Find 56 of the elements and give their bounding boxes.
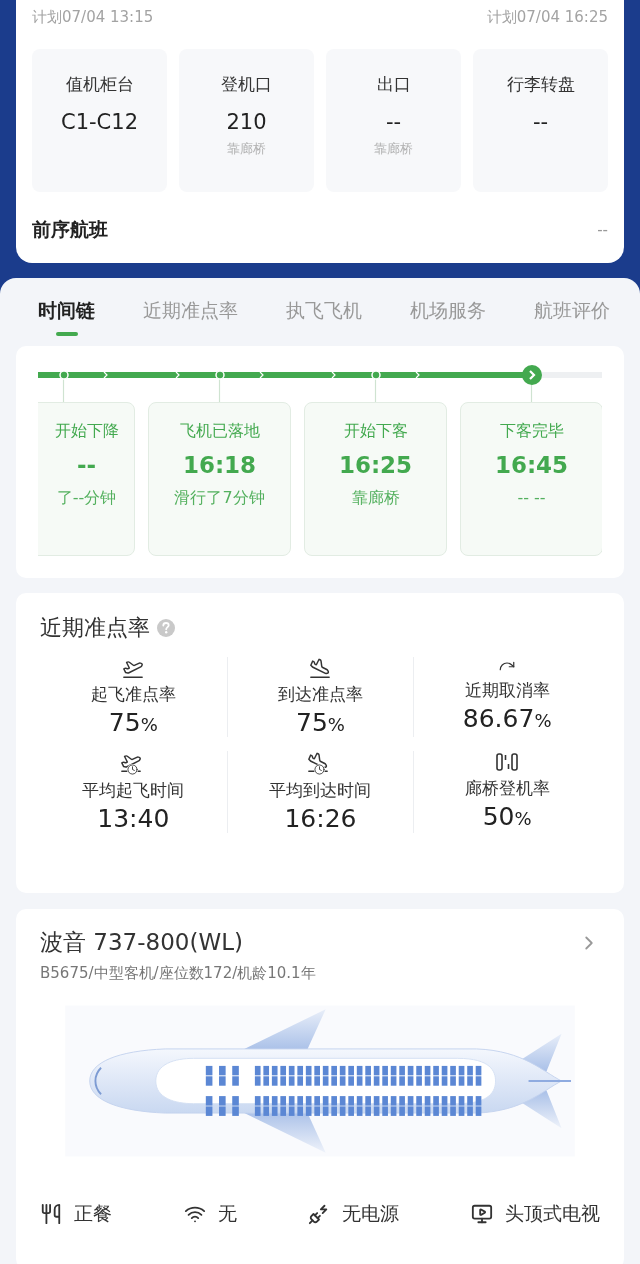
stat-label: 到达准点率 — [278, 683, 363, 706]
stat-value: 16:26 — [284, 804, 357, 833]
aircraft-card[interactable]: 波音 737-800(WL) B5675/中型客机/座位数172/机龄10.1年 正餐 无 无电源 头顶式电视 — [16, 909, 624, 1264]
step-time: 16:25 — [338, 452, 413, 478]
step-time: 16:18 — [182, 452, 257, 478]
planned-arrival: 计划07/04 16:25 — [486, 8, 608, 27]
utensils-icon — [40, 1203, 62, 1225]
stat-value: 86.67% — [462, 704, 552, 733]
help-icon[interactable] — [156, 618, 176, 638]
stat-label: 平均到达时间 — [269, 779, 372, 802]
info-label: 值机柜台 — [65, 73, 134, 96]
info-value: 210 — [226, 110, 267, 134]
tab[interactable]: 时间链 — [38, 292, 95, 340]
tab[interactable]: 航班评价 — [534, 292, 610, 340]
aircraft-model: 波音 737-800(WL) — [40, 928, 243, 957]
amenity-label: 头顶式电视 — [504, 1201, 600, 1226]
stat-value: 50% — [482, 802, 532, 831]
amenity-label: 无 — [217, 1201, 237, 1226]
info-value: C1-C12 — [61, 110, 138, 134]
aircraft-details: B5675/中型客机/座位数172/机龄10.1年 — [40, 964, 317, 983]
stat-label: 平均起飞时间 — [82, 779, 185, 802]
tab[interactable]: 执飞飞机 — [286, 292, 362, 340]
planned-departure: 计划07/04 13:15 — [32, 8, 154, 27]
info-value: -- — [532, 110, 549, 134]
stat-label: 起飞准点率 — [90, 683, 176, 706]
previous-flight-label: 前序航班 — [32, 217, 108, 242]
step-detail: 了--分钟 — [56, 488, 117, 509]
bridge-icon — [495, 751, 520, 773]
info-note: 靠廊桥 — [374, 140, 413, 158]
tab[interactable]: 机场服务 — [410, 292, 486, 340]
step-detail: -- -- — [517, 488, 546, 507]
step-title: 开始下客 — [343, 421, 408, 442]
info-label: 登机口 — [221, 73, 272, 96]
amenity-label: 正餐 — [74, 1201, 112, 1226]
landing-icon — [309, 657, 332, 679]
previous-flight-value: -- — [597, 221, 608, 239]
section-title: 近期准点率 — [40, 614, 150, 642]
step-detail: 靠廊桥 — [351, 488, 400, 509]
step-detail: 滑行了7分钟 — [174, 488, 265, 509]
step-title: 下客完毕 — [499, 421, 564, 442]
step-title: 开始下降 — [54, 421, 119, 442]
info-note: 靠廊桥 — [227, 140, 266, 158]
step-time: 16:45 — [494, 452, 569, 478]
stat-value: 13:40 — [97, 804, 170, 833]
stat-value: 75% — [296, 708, 345, 737]
info-label: 行李转盘 — [506, 73, 575, 96]
amenity-label: 无电源 — [342, 1201, 400, 1226]
info-value: -- — [385, 110, 402, 134]
info-label: 出口 — [376, 73, 411, 96]
stat-label: 廊桥登机率 — [464, 777, 550, 800]
stat-label: 近期取消率 — [464, 679, 550, 702]
stat-value: 75% — [108, 708, 158, 737]
step-title: 飞机已落地 — [179, 421, 260, 442]
tv-icon — [470, 1203, 493, 1225]
step-time: -- — [76, 452, 97, 478]
tab[interactable]: 近期准点率 — [143, 292, 238, 340]
